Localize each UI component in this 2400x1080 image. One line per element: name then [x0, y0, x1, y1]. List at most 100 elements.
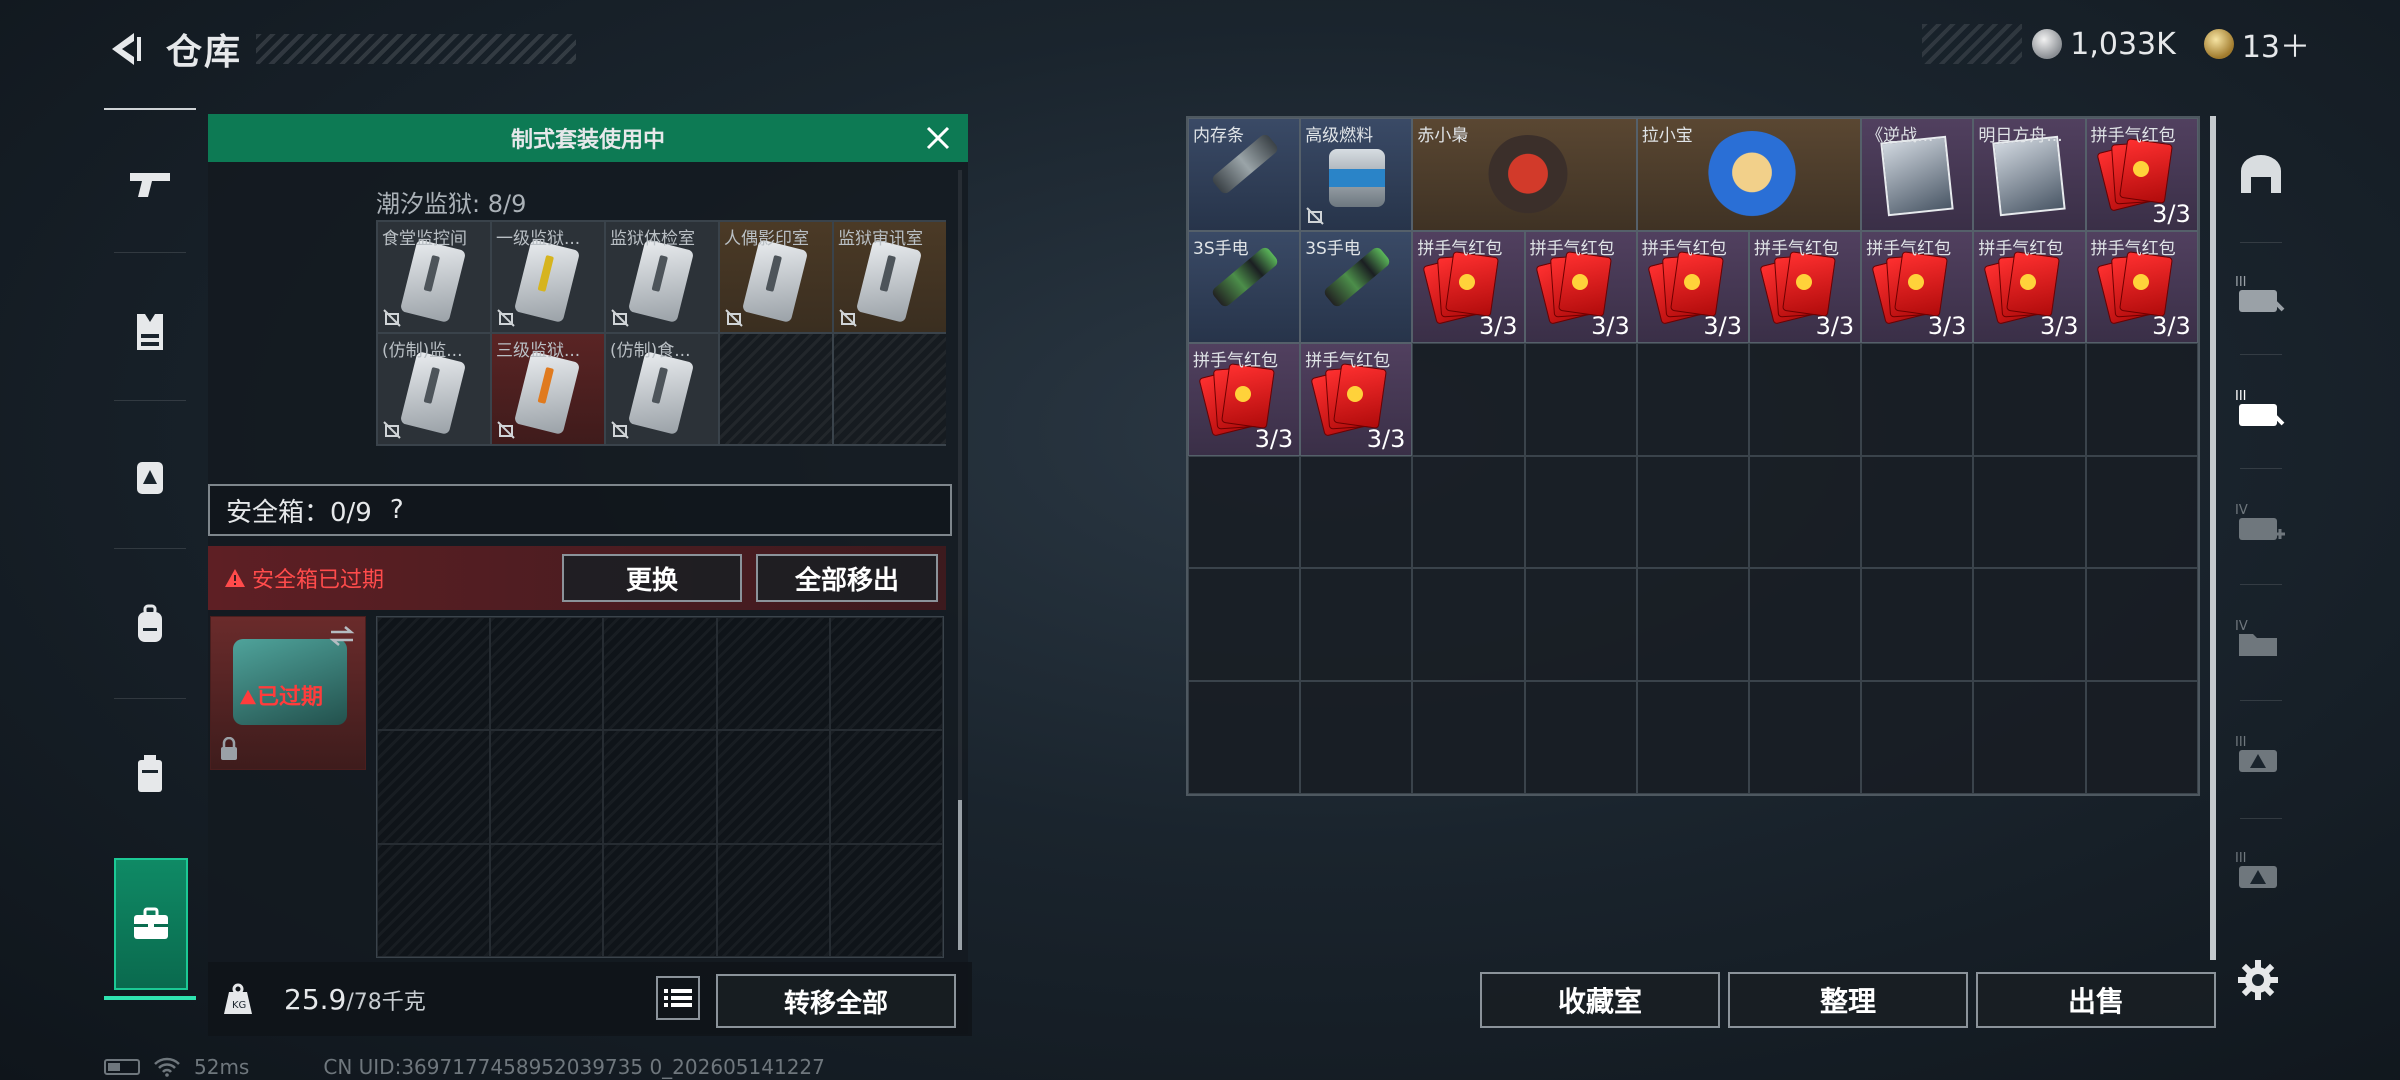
safe-slot[interactable]: [716, 730, 830, 844]
tab-storage-4-add[interactable]: IV: [2226, 482, 2296, 562]
swap-icon[interactable]: [329, 625, 355, 647]
tab-storage-3-edit[interactable]: III: [2226, 254, 2296, 334]
safe-slot[interactable]: [603, 730, 717, 844]
loadout-scrollbar[interactable]: [958, 170, 962, 950]
move-all-out-button[interactable]: 全部移出: [756, 554, 938, 602]
grid-slot[interactable]: [1188, 568, 1301, 681]
set-card-item[interactable]: 一级监狱...: [492, 222, 604, 332]
collection-room-button[interactable]: 收藏室: [1480, 972, 1720, 1028]
inventory-item[interactable]: 拼手气红包 3/3: [1188, 343, 1301, 456]
grid-slot[interactable]: [2085, 343, 2198, 456]
grid-slot[interactable]: [1524, 680, 1637, 794]
grid-slot[interactable]: [1524, 343, 1637, 456]
inventory-item[interactable]: 拼手气红包 3/3: [2085, 118, 2198, 231]
grid-slot[interactable]: [2085, 680, 2198, 794]
sidebar-item-backpack-armor[interactable]: [104, 430, 196, 522]
inventory-item[interactable]: 拉小宝: [1636, 118, 1862, 231]
grid-slot[interactable]: [1861, 680, 1974, 794]
grid-slot[interactable]: [1524, 568, 1637, 681]
grid-slot[interactable]: [1524, 455, 1637, 569]
sort-button[interactable]: 整理: [1728, 972, 1968, 1028]
help-icon[interactable]: ?: [390, 495, 404, 525]
safe-slot[interactable]: [829, 617, 943, 731]
scrollbar-thumb[interactable]: [2210, 116, 2216, 960]
list-view-icon[interactable]: [656, 976, 700, 1020]
sidebar-item-backpack[interactable]: [104, 578, 196, 670]
grid-slot[interactable]: [1748, 455, 1862, 569]
set-card-item[interactable]: (仿制)监...: [378, 334, 490, 444]
grid-slot[interactable]: [1188, 455, 1301, 569]
sell-button[interactable]: 出售: [1976, 972, 2216, 1028]
set-card-item[interactable]: 食堂监控间: [378, 222, 490, 332]
grid-slot[interactable]: [1636, 455, 1749, 569]
inventory-item[interactable]: 明日方舟...: [1973, 118, 2086, 231]
grid-slot[interactable]: [1748, 680, 1862, 794]
grid-slot[interactable]: [1973, 568, 2086, 681]
inventory-item[interactable]: 拼手气红包 3/3: [1861, 230, 1974, 344]
grid-slot[interactable]: [2085, 568, 2198, 681]
safe-case-slot[interactable]: 已过期: [210, 616, 366, 770]
grid-slot[interactable]: [1861, 343, 1974, 456]
empty-slot[interactable]: [720, 334, 832, 444]
grid-slot[interactable]: [1636, 568, 1749, 681]
grid-slot[interactable]: [1412, 455, 1525, 569]
sidebar-item-armor[interactable]: [104, 286, 196, 378]
empty-slot[interactable]: [834, 334, 946, 444]
inventory-item[interactable]: 3S手电: [1188, 230, 1301, 344]
grid-slot[interactable]: [1973, 680, 2086, 794]
safe-slot[interactable]: [490, 730, 604, 844]
grid-slot[interactable]: [1861, 568, 1974, 681]
set-card-item[interactable]: 监狱体检室: [606, 222, 718, 332]
sidebar-item-safe-case[interactable]: [114, 858, 188, 990]
grid-slot[interactable]: [1188, 680, 1301, 794]
safe-slot[interactable]: [377, 730, 491, 844]
safe-slot[interactable]: [377, 617, 491, 731]
transfer-all-button[interactable]: 转移全部: [716, 974, 956, 1028]
safe-slot[interactable]: [377, 843, 491, 957]
safe-slot[interactable]: [603, 843, 717, 957]
grid-slot[interactable]: [1300, 680, 1413, 794]
sidebar-item-battery[interactable]: [104, 728, 196, 820]
grid-slot[interactable]: [1300, 455, 1413, 569]
grid-slot[interactable]: [1412, 343, 1525, 456]
set-card-item[interactable]: (仿制)食...: [606, 334, 718, 444]
close-icon[interactable]: [922, 122, 954, 154]
replace-button[interactable]: 更换: [562, 554, 742, 602]
inventory-item[interactable]: 拼手气红包 3/3: [1412, 230, 1525, 344]
tab-bunker[interactable]: [2226, 134, 2296, 214]
back-arrow-icon[interactable]: [100, 25, 148, 73]
safe-slot[interactable]: [490, 843, 604, 957]
tab-storage-3-warning-2[interactable]: III: [2226, 830, 2296, 910]
grid-slot[interactable]: [1861, 455, 1974, 569]
safe-slot[interactable]: [716, 617, 830, 731]
grid-slot[interactable]: [1748, 568, 1862, 681]
grid-slot[interactable]: [2085, 455, 2198, 569]
scrollbar-thumb[interactable]: [958, 800, 962, 950]
inventory-item[interactable]: 赤小梟: [1412, 118, 1637, 231]
inventory-item[interactable]: 拼手气红包 3/3: [1524, 230, 1637, 344]
settings-gear-icon[interactable]: [2230, 952, 2286, 1008]
grid-slot[interactable]: [1973, 455, 2086, 569]
grid-slot[interactable]: [1748, 343, 1862, 456]
grid-slot[interactable]: [1636, 343, 1749, 456]
grid-slot[interactable]: [1636, 680, 1749, 794]
grid-slot[interactable]: [1412, 568, 1525, 681]
safe-slot[interactable]: [829, 843, 943, 957]
inventory-item[interactable]: 拼手气红包 3/3: [1300, 343, 1413, 456]
tab-storage-3-active[interactable]: III: [2226, 368, 2296, 448]
grid-slot[interactable]: [1973, 343, 2086, 456]
inventory-item[interactable]: 拼手气红包 3/3: [1636, 230, 1749, 344]
tab-storage-4-folder[interactable]: IV: [2226, 598, 2296, 678]
safe-slot[interactable]: [603, 617, 717, 731]
safe-slot[interactable]: [829, 730, 943, 844]
inventory-item[interactable]: 拼手气红包 3/3: [1749, 230, 1862, 344]
safe-slot[interactable]: [716, 843, 830, 957]
grid-slot[interactable]: [1300, 568, 1413, 681]
set-card-item[interactable]: 人偶影印室: [720, 222, 832, 332]
grid-slot[interactable]: [1412, 680, 1525, 794]
inventory-item[interactable]: 内存条: [1188, 118, 1301, 231]
inventory-item[interactable]: 拼手气红包 3/3: [1973, 230, 2086, 344]
sidebar-item-weapons[interactable]: [104, 138, 196, 230]
safe-slot[interactable]: [490, 617, 604, 731]
tab-storage-3-warning[interactable]: III: [2226, 714, 2296, 794]
